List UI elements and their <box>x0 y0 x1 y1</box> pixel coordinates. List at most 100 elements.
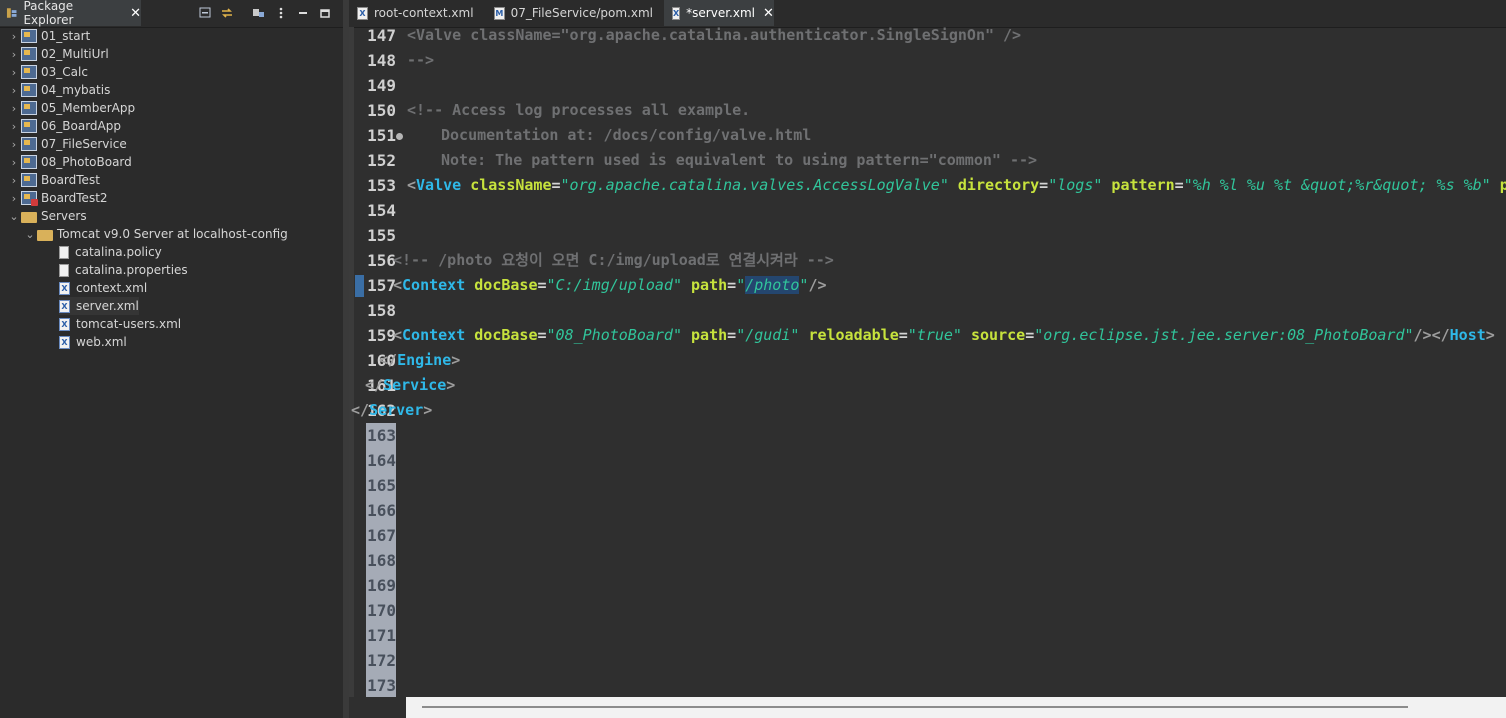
close-icon[interactable]: ✕ <box>130 6 141 21</box>
tree-item-04-mybatis[interactable]: › 04_mybatis <box>9 81 110 99</box>
package-explorer-tab[interactable]: Package Explorer ✕ <box>0 0 141 27</box>
scrollbar-thumb[interactable] <box>422 706 1408 708</box>
code-line-160: </Engine> <box>379 351 461 369</box>
package-explorer-title: Package Explorer <box>23 0 74 27</box>
line-number: 164 <box>366 448 396 473</box>
code-line-151: Documentation at: /docs/config/valve.htm… <box>441 126 812 144</box>
project-icon <box>21 137 37 151</box>
xml-value: "C:/img/upload" <box>546 276 682 294</box>
code-line-147: <Valve className="org.apache.catalina.au… <box>407 26 1022 44</box>
xml-value: "org.apache.catalina.valves.AccessLogVal… <box>560 176 949 194</box>
code-area[interactable]: 147 148 149 150 151 152 153 154 155 156 … <box>349 26 1506 698</box>
folder-open-icon <box>37 229 53 241</box>
tree-item-label: 03_Calc <box>41 65 88 79</box>
view-menu-icon[interactable] <box>270 4 292 22</box>
chevron-down-icon[interactable]: ⌄ <box>25 228 35 241</box>
collapse-all-icon[interactable] <box>194 4 216 22</box>
chevron-right-icon[interactable]: › <box>9 102 19 115</box>
xml-value: " <box>736 276 746 294</box>
tree-item-catalina-policy[interactable]: catalina.policy <box>59 243 162 261</box>
xml-tag: Service <box>383 376 447 394</box>
line-number: 166 <box>366 498 396 523</box>
chevron-right-icon[interactable]: › <box>9 84 19 97</box>
code-line-157: <Context docBase="C:/img/upload" path="/… <box>393 276 827 294</box>
xml-attr: className <box>470 176 552 194</box>
chevron-right-icon[interactable]: › <box>9 66 19 79</box>
tree-item-catalina-properties[interactable]: catalina.properties <box>59 261 188 279</box>
xml-attr: reloadable <box>808 326 899 344</box>
xml-tag: Context <box>402 276 466 294</box>
chevron-right-icon[interactable]: › <box>9 30 19 43</box>
chevron-right-icon[interactable]: › <box>9 48 19 61</box>
line-number: 165 <box>366 473 396 498</box>
tree-item-01-start[interactable]: › 01_start <box>9 27 90 45</box>
xml-attr: directory <box>957 176 1040 194</box>
chevron-right-icon[interactable]: › <box>9 174 19 187</box>
tree-item-label: 05_MemberApp <box>41 101 136 115</box>
xml-value: "logs" <box>1048 176 1103 194</box>
editor-corner <box>349 697 406 718</box>
line-number: 173 <box>366 673 396 698</box>
code-line-159: <Context docBase="08_PhotoBoard" path="/… <box>393 326 1495 344</box>
horizontal-scrollbar[interactable] <box>406 697 1506 718</box>
tree-item-servers[interactable]: ⌄ Servers <box>9 207 86 225</box>
line-number: 172 <box>366 648 396 673</box>
xml-tag: Valve <box>416 176 462 194</box>
link-with-editor-icon[interactable] <box>216 4 238 22</box>
selected-text[interactable]: /photo <box>745 276 800 294</box>
tab-label: root-context.xml <box>374 6 474 20</box>
close-icon[interactable]: ✕ <box>763 6 774 21</box>
tree-item-tomcat-users-xml[interactable]: X tomcat-users.xml <box>59 315 181 333</box>
xml-file-icon: X <box>59 281 70 295</box>
xml-file-icon: X <box>59 299 70 313</box>
xml-attr: path <box>691 276 728 294</box>
tree-item-server-xml[interactable]: X server.xml <box>59 297 139 315</box>
chevron-right-icon[interactable]: › <box>9 138 19 151</box>
xml-attr: source <box>971 326 1026 344</box>
line-number: 149 <box>367 76 396 95</box>
tree-item-label: catalina.properties <box>75 263 188 277</box>
project-icon <box>21 101 37 115</box>
chevron-down-icon[interactable]: ⌄ <box>9 210 19 223</box>
tree-item-label: 02_MultiUrl <box>41 47 109 61</box>
xml-file-icon: X <box>672 6 681 20</box>
code-line-150: <!-- Access log processes all example. <box>407 101 751 119</box>
code-line-162: </Server> <box>351 401 433 419</box>
line-number: 154 <box>367 201 396 220</box>
line-number: 158 <box>367 301 396 320</box>
tree-item-label: 01_start <box>41 29 91 43</box>
package-explorer-view: Package Explorer ✕ › 01_start › 02_Multi… <box>0 0 344 718</box>
file-icon <box>59 263 69 277</box>
tree-item-05-memberapp[interactable]: › 05_MemberApp <box>9 99 135 117</box>
xml-tag: Server <box>369 401 424 419</box>
tree-item-boardtest2[interactable]: › BoardTest2 <box>9 189 108 207</box>
xml-attr: docBase <box>474 326 538 344</box>
project-icon <box>21 119 37 133</box>
tab-label: 07_FileService/pom.xml <box>510 6 653 20</box>
line-number: 167 <box>366 523 396 548</box>
tree-item-tomcat-config[interactable]: ⌄ Tomcat v9.0 Server at localhost-config <box>25 225 287 243</box>
tree-item-08-photoboard[interactable]: › 08_PhotoBoard <box>9 153 132 171</box>
code-line-153: <Valve className="org.apache.catalina.va… <box>349 173 1506 198</box>
chevron-right-icon[interactable]: › <box>9 156 19 169</box>
tree-item-web-xml[interactable]: X web.xml <box>59 333 127 351</box>
chevron-right-icon[interactable]: › <box>9 120 19 133</box>
xml-value: "08_PhotoBoard" <box>546 326 682 344</box>
tree-item-07-fileservice[interactable]: › 07_FileService <box>9 135 127 153</box>
xml-file-icon: X <box>59 317 70 331</box>
tree-item-label: web.xml <box>76 335 127 349</box>
tree-item-06-boardapp[interactable]: › 06_BoardApp <box>9 117 121 135</box>
folder-open-icon <box>21 211 37 223</box>
chevron-right-icon[interactable]: › <box>9 192 19 205</box>
tree-item-02-multiurl[interactable]: › 02_MultiUrl <box>9 45 109 63</box>
tree-item-boardtest[interactable]: › BoardTest <box>9 171 100 189</box>
maximize-icon[interactable] <box>314 4 336 22</box>
focus-icon[interactable] <box>248 4 270 22</box>
tree-item-context-xml[interactable]: X context.xml <box>59 279 147 297</box>
xml-tag: Engine <box>397 351 452 369</box>
minimize-icon[interactable] <box>292 4 314 22</box>
tree-item-03-calc[interactable]: › 03_Calc <box>9 63 88 81</box>
xml-attr: pattern <box>1111 176 1175 194</box>
tree-item-label: 06_BoardApp <box>41 119 121 133</box>
tree-item-label: tomcat-users.xml <box>76 317 182 331</box>
